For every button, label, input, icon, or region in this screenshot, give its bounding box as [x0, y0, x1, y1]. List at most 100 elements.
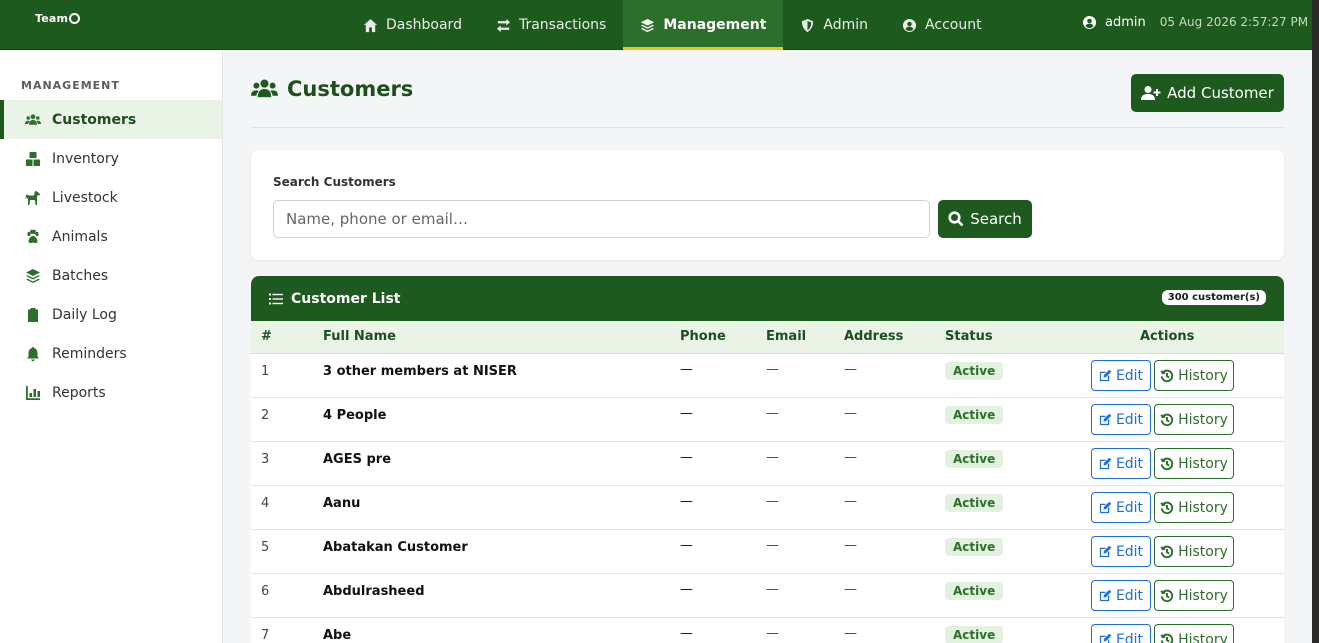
- row-number: 7: [261, 628, 270, 643]
- chart-icon: [26, 385, 40, 400]
- nav-management-label: Management: [663, 17, 767, 33]
- history-icon: [1160, 545, 1174, 558]
- customer-phone: —: [680, 626, 693, 641]
- nav-dashboard[interactable]: Dashboard: [346, 0, 479, 50]
- history-button[interactable]: History: [1154, 360, 1234, 391]
- customer-address: —: [844, 450, 857, 465]
- history-button[interactable]: History: [1154, 492, 1234, 523]
- table-row: 7 Abe — — — Active Edit History: [251, 618, 1284, 643]
- sidebar-item-reminders[interactable]: Reminders: [0, 334, 222, 373]
- history-button[interactable]: History: [1154, 624, 1234, 643]
- sidebar-item-label: Inventory: [52, 150, 119, 167]
- nav-transactions-label: Transactions: [518, 17, 607, 33]
- sidebar-item-daily-log[interactable]: Daily Log: [0, 295, 222, 334]
- bell-icon: [27, 346, 39, 361]
- window-edge: [1312, 0, 1319, 643]
- customer-address: —: [844, 362, 857, 377]
- history-icon: [1160, 633, 1174, 643]
- history-button[interactable]: History: [1154, 536, 1234, 567]
- nav-admin[interactable]: Admin: [783, 0, 885, 50]
- customer-email: —: [766, 450, 779, 465]
- edit-label: Edit: [1115, 367, 1144, 384]
- count-badge: 300 customer(s): [1161, 290, 1266, 305]
- layers-icon: [26, 268, 40, 283]
- history-label: History: [1178, 499, 1228, 516]
- sidebar-item-batches[interactable]: Batches: [0, 256, 222, 295]
- sidebar-item-label: Livestock: [52, 189, 118, 206]
- table-row: 2 4 People — — — Active Edit History: [251, 398, 1284, 442]
- main-nav: Dashboard Transactions Management Admin …: [346, 0, 999, 50]
- col-actions: Actions: [1140, 329, 1195, 344]
- customer-name: 3 other members at NISER: [323, 364, 517, 379]
- row-number: 1: [261, 364, 270, 379]
- status-badge: Active: [945, 582, 1004, 600]
- add-customer-label: Add Customer: [1167, 84, 1274, 102]
- customer-phone: —: [680, 362, 693, 377]
- edit-button[interactable]: Edit: [1091, 404, 1151, 435]
- search-button-label: Search: [970, 210, 1022, 228]
- row-number: 2: [261, 408, 270, 423]
- nav-management[interactable]: Management: [623, 0, 784, 50]
- sidebar-item-animals[interactable]: Animals: [0, 217, 222, 256]
- status-badge: Active: [945, 538, 1004, 556]
- home-icon: [363, 18, 378, 32]
- search-icon: [948, 211, 964, 227]
- edit-button[interactable]: Edit: [1091, 492, 1151, 523]
- edit-button[interactable]: Edit: [1091, 360, 1151, 391]
- customer-phone: —: [680, 450, 693, 465]
- edit-button[interactable]: Edit: [1091, 536, 1151, 567]
- status-badge: Active: [945, 406, 1004, 424]
- username[interactable]: admin: [1105, 15, 1146, 30]
- edit-button[interactable]: Edit: [1091, 580, 1151, 611]
- history-button[interactable]: History: [1154, 448, 1234, 479]
- brand-ring-icon: [69, 13, 81, 24]
- customer-list-card: Customer List 300 customer(s) # Full Nam…: [251, 276, 1284, 643]
- swap-arrows-icon: [496, 18, 511, 32]
- customer-phone: —: [680, 406, 693, 421]
- customer-email: —: [766, 362, 779, 377]
- shield-icon: [802, 18, 814, 32]
- edit-label: Edit: [1115, 499, 1144, 516]
- customer-name: Abe: [323, 628, 352, 643]
- sidebar-item-label: Batches: [52, 267, 109, 284]
- nav-transactions[interactable]: Transactions: [479, 0, 623, 50]
- sidebar-item-inventory[interactable]: Inventory: [0, 139, 222, 178]
- customer-email: —: [766, 406, 779, 421]
- history-label: History: [1178, 411, 1228, 428]
- brand-logo[interactable]: Team: [35, 12, 81, 25]
- col-status: Status: [945, 329, 993, 344]
- row-number: 4: [261, 496, 270, 511]
- history-icon: [1160, 369, 1174, 382]
- page-title: Customers: [251, 77, 413, 101]
- edit-label: Edit: [1115, 411, 1144, 428]
- top-navbar: Team Dashboard Transactions Management A…: [0, 0, 1312, 50]
- edit-label: Edit: [1115, 543, 1144, 560]
- table-body: 1 3 other members at NISER — — — Active Edit Hi…: [251, 354, 1284, 643]
- history-button[interactable]: History: [1154, 404, 1234, 435]
- history-button[interactable]: History: [1154, 580, 1234, 611]
- nav-dashboard-label: Dashboard: [386, 17, 462, 33]
- col-address: Address: [844, 329, 904, 344]
- row-number: 3: [261, 452, 270, 467]
- search-button[interactable]: Search: [938, 200, 1032, 238]
- edit-button[interactable]: Edit: [1091, 624, 1151, 643]
- edit-icon: [1099, 457, 1112, 470]
- col-full-name: Full Name: [323, 329, 396, 344]
- col-phone: Phone: [680, 329, 726, 344]
- nav-admin-label: Admin: [823, 17, 869, 33]
- add-customer-button[interactable]: Add Customer: [1131, 74, 1284, 112]
- sidebar-item-customers[interactable]: Customers: [0, 100, 222, 139]
- sidebar-item-livestock[interactable]: Livestock: [0, 178, 222, 217]
- customer-address: —: [844, 538, 857, 553]
- table-row: 4 Aanu — — — Active Edit History: [251, 486, 1284, 530]
- history-label: History: [1178, 587, 1228, 604]
- edit-icon: [1099, 413, 1112, 426]
- status-badge: Active: [945, 362, 1004, 380]
- nav-account[interactable]: Account: [885, 0, 999, 50]
- edit-label: Edit: [1115, 631, 1144, 643]
- search-input[interactable]: [273, 200, 930, 238]
- edit-button[interactable]: Edit: [1091, 448, 1151, 479]
- edit-label: Edit: [1115, 587, 1144, 604]
- history-icon: [1160, 501, 1174, 514]
- sidebar-item-reports[interactable]: Reports: [0, 373, 222, 412]
